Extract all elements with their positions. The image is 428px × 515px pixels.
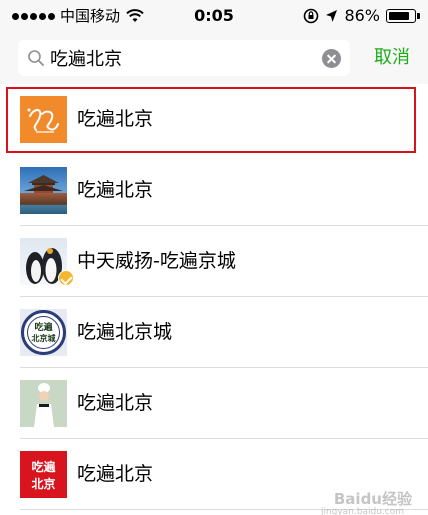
result-title: 吃遍北京 <box>77 392 154 414</box>
result-item[interactable]: 吃遍北京 <box>0 155 428 226</box>
search-input[interactable] <box>50 40 312 76</box>
avatar <box>20 96 67 143</box>
result-title: 吃遍北京 <box>77 108 154 130</box>
plate-logo-icon: 吃遍 北京城 <box>21 310 66 355</box>
result-item[interactable]: 吃遍北京 <box>0 368 428 439</box>
rotation-lock-icon <box>304 8 319 24</box>
battery-fill <box>389 12 409 20</box>
battery-icon <box>386 9 420 23</box>
svg-text:北京城: 北京城 <box>32 333 56 343</box>
svg-text:北京: 北京 <box>31 476 55 491</box>
search-bar: 取消 <box>0 32 428 84</box>
avatar <box>20 167 67 214</box>
result-title: 吃遍北京城 <box>77 321 173 343</box>
result-title: 吃遍北京 <box>77 463 154 485</box>
chef-photo-icon <box>34 383 54 427</box>
avatar: 吃遍 北京 <box>20 451 67 498</box>
palace-photo-icon <box>24 175 63 193</box>
watermark-url: jingyan.baidu.com <box>320 507 404 515</box>
status-bar: 中国移动 0:05 86% <box>0 0 428 32</box>
highlight-outline <box>6 87 416 153</box>
search-field[interactable] <box>18 40 350 76</box>
result-item[interactable]: 中天威扬-吃遍京城 <box>0 226 428 297</box>
search-icon <box>28 50 44 66</box>
result-item[interactable]: 吃遍 北京城 吃遍北京城 <box>0 297 428 368</box>
cancel-button[interactable]: 取消 <box>374 42 410 74</box>
svg-text:吃遍: 吃遍 <box>31 459 56 474</box>
clear-icon[interactable] <box>322 49 341 68</box>
result-title: 吃遍北京 <box>77 179 154 201</box>
result-title: 中天威扬-吃遍京城 <box>77 250 236 272</box>
results-list: 吃遍北京 吃遍北京 中天威扬-吃遍京城 吃遍 北京城 吃遍北京城 吃遍北京 吃遍… <box>0 84 428 515</box>
avatar <box>20 380 67 427</box>
avatar: 吃遍 北京城 <box>20 309 67 356</box>
verified-badge-icon <box>58 270 74 286</box>
brand-logo-icon <box>27 108 59 133</box>
battery-percent: 86% <box>344 6 380 25</box>
search-screen: 中国移动 0:05 86% 吃遍北京 取消 吃遍北京 吃遍北京 中天威扬-吃遍京… <box>0 0 428 515</box>
result-item[interactable]: 吃遍北京 <box>0 84 428 155</box>
status-bar-right: 86% <box>303 0 420 32</box>
red-logo-icon: 吃遍 北京 <box>31 459 56 491</box>
location-arrow-icon <box>326 10 338 22</box>
watermark: Baidu经验 <box>333 490 412 508</box>
svg-text:吃遍: 吃遍 <box>34 321 53 333</box>
